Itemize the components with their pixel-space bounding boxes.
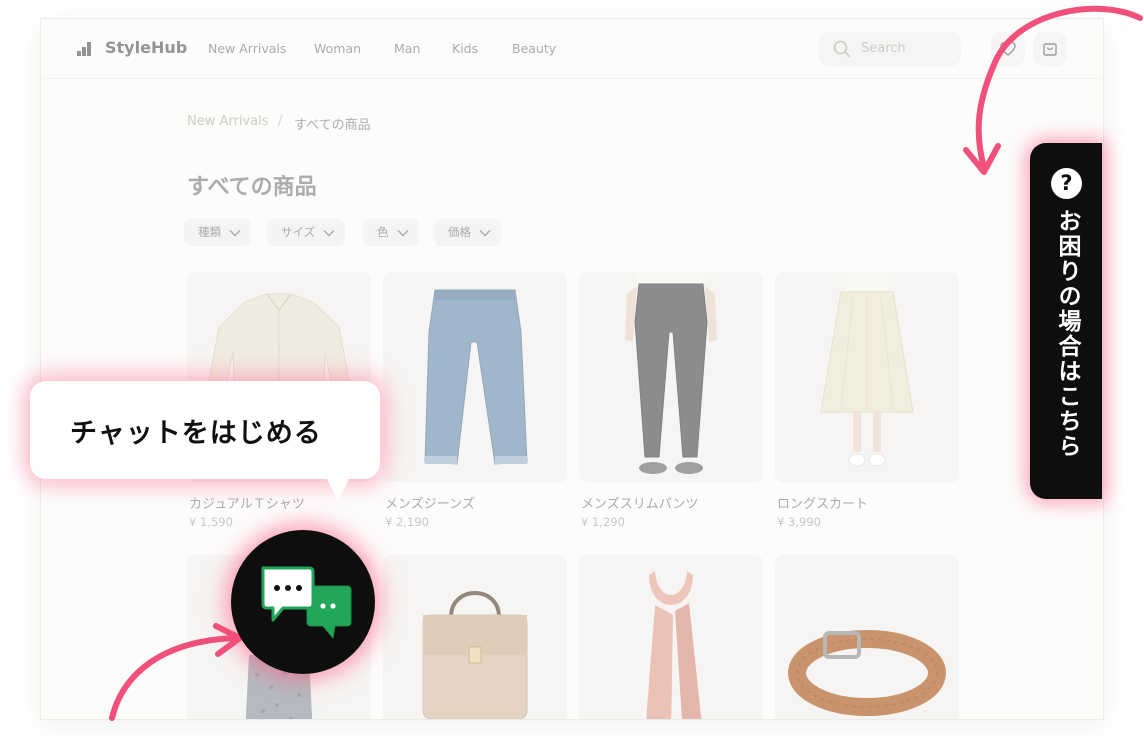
- nav-link-kids[interactable]: Kids: [452, 41, 478, 56]
- product-image-scarf[interactable]: [579, 555, 763, 719]
- nav-link-beauty[interactable]: Beauty: [512, 41, 556, 56]
- product-image-long-skirt[interactable]: [775, 272, 959, 482]
- brand-name[interactable]: StyleHub: [105, 38, 187, 57]
- chat-launcher-button[interactable]: [231, 530, 375, 674]
- breadcrumb-parent[interactable]: New Arrivals: [187, 114, 269, 129]
- filter-color[interactable]: 色: [363, 219, 419, 246]
- top-nav: StyleHub New Arrivals Woman Man Kids Bea…: [41, 19, 1103, 79]
- help-tab-label: お困りの場合はこちら: [1054, 209, 1080, 459]
- product-price: ¥ 2,190: [385, 515, 429, 529]
- chevron-down-icon: [323, 230, 335, 237]
- filter-price-label: 価格: [448, 225, 471, 239]
- search-placeholder: Search: [861, 41, 906, 56]
- search-input[interactable]: Search: [819, 32, 961, 66]
- page-title: すべての商品: [187, 175, 317, 200]
- heart-icon: [1000, 41, 1016, 56]
- logo-icon: [77, 42, 91, 56]
- product-name[interactable]: カジュアルＴシャツ: [189, 493, 305, 512]
- product-image-handbag[interactable]: [383, 555, 567, 719]
- bubble-tail: [326, 477, 350, 501]
- cart-button[interactable]: [1033, 32, 1067, 66]
- product-price: ¥ 1,290: [581, 515, 625, 529]
- chat-callout-bubble: チャットをはじめる: [30, 381, 380, 501]
- bag-icon: [1043, 43, 1057, 56]
- chevron-down-icon: [397, 230, 408, 237]
- filter-price[interactable]: 価格: [434, 219, 501, 246]
- chevron-down-icon: [479, 230, 491, 237]
- filter-size[interactable]: サイズ: [267, 219, 346, 246]
- chat-callout-text: チャットをはじめる: [70, 418, 322, 449]
- product-image-belt[interactable]: [775, 555, 959, 719]
- filter-color-label: 色: [377, 225, 389, 239]
- product-name[interactable]: メンズジーンズ: [385, 493, 475, 512]
- product-price: ¥ 3,990: [777, 515, 821, 529]
- product-image-jeans[interactable]: [383, 272, 567, 482]
- filter-size-label: サイズ: [281, 225, 316, 239]
- store-window: StyleHub New Arrivals Woman Man Kids Bea…: [40, 18, 1104, 720]
- filter-type-label: 種類: [198, 225, 221, 239]
- nav-link-new-arrivals[interactable]: New Arrivals: [208, 41, 286, 56]
- question-icon: ?: [1051, 168, 1082, 199]
- help-tab[interactable]: ? お困りの場合はこちら: [1030, 143, 1102, 499]
- wishlist-button[interactable]: [991, 32, 1025, 66]
- nav-link-man[interactable]: Man: [394, 41, 420, 56]
- product-name[interactable]: メンズスリムパンツ: [581, 493, 698, 512]
- filter-type[interactable]: 種類: [184, 219, 251, 246]
- breadcrumb-separator: /: [278, 114, 283, 129]
- chat-icon: [261, 566, 352, 640]
- stage: StyleHub New Arrivals Woman Man Kids Bea…: [0, 0, 1144, 752]
- search-icon: [833, 40, 851, 58]
- nav-link-woman[interactable]: Woman: [314, 41, 361, 56]
- breadcrumb-current: すべての商品: [294, 118, 371, 133]
- product-price: ¥ 1,590: [189, 515, 233, 529]
- chevron-down-icon: [229, 230, 241, 237]
- product-name[interactable]: ロングスカート: [777, 493, 868, 512]
- product-image-slim-pants[interactable]: [579, 272, 763, 482]
